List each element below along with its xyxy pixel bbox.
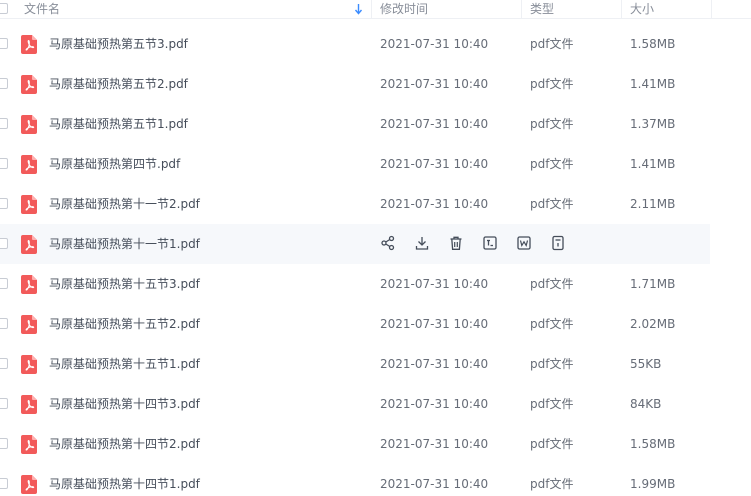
pdf-file-icon <box>21 315 37 334</box>
file-row[interactable]: 马原基础预热第十四节2.pdf 2021-07-31 10:40 pdf文件 1.58… <box>0 424 710 464</box>
pdf-file-icon <box>21 235 37 254</box>
modified-time: 2021-07-31 10:40 <box>380 477 489 491</box>
word-convert-icon[interactable] <box>516 235 532 251</box>
file-name[interactable]: 马原基础预热第十五节1.pdf <box>49 344 200 384</box>
pdf-file-icon <box>21 275 37 294</box>
column-header-time[interactable]: 修改时间 <box>380 0 428 19</box>
file-list-header: 文件名 修改时间 类型 大小 <box>0 0 751 19</box>
file-size: 1.58MB <box>630 437 676 451</box>
modified-time: 2021-07-31 10:40 <box>380 197 489 211</box>
row-checkbox[interactable] <box>0 278 8 289</box>
file-type: pdf文件 <box>530 197 574 211</box>
text-recognition-icon[interactable] <box>482 235 498 251</box>
file-name[interactable]: 马原基础预热第十一节1.pdf <box>49 224 200 264</box>
pdf-file-icon <box>21 115 37 134</box>
file-name[interactable]: 马原基础预热第五节1.pdf <box>49 104 188 144</box>
file-type: pdf文件 <box>530 117 574 131</box>
file-row[interactable]: 马原基础预热第十五节1.pdf 2021-07-31 10:40 pdf文件 55KB <box>0 344 710 384</box>
modified-time: 2021-07-31 10:40 <box>380 357 489 371</box>
modified-time: 2021-07-31 10:40 <box>380 317 489 331</box>
row-checkbox[interactable] <box>0 38 8 49</box>
file-size: 1.41MB <box>630 77 676 91</box>
row-checkbox[interactable] <box>0 118 8 129</box>
row-checkbox[interactable] <box>0 78 8 89</box>
file-type: pdf文件 <box>530 317 574 331</box>
delete-icon[interactable] <box>448 235 464 251</box>
pdf-file-icon <box>21 475 37 494</box>
file-type: pdf文件 <box>530 437 574 451</box>
sort-arrow-icon[interactable] <box>354 3 363 15</box>
modified-time: 2021-07-31 10:40 <box>380 77 489 91</box>
pdf-file-icon <box>21 355 37 374</box>
more-icon[interactable] <box>550 235 566 251</box>
file-name[interactable]: 马原基础预热第五节2.pdf <box>49 64 188 104</box>
file-name[interactable]: 马原基础预热第十一节2.pdf <box>49 184 200 224</box>
file-name[interactable]: 马原基础预热第五节3.pdf <box>49 24 188 64</box>
file-row[interactable]: 马原基础预热第五节2.pdf 2021-07-31 10:40 pdf文件 1.41M… <box>0 64 710 104</box>
modified-time: 2021-07-31 10:40 <box>380 37 489 51</box>
column-divider[interactable] <box>621 0 622 19</box>
file-name[interactable]: 马原基础预热第十四节3.pdf <box>49 384 200 424</box>
file-row[interactable]: 马原基础预热第五节3.pdf 2021-07-31 10:40 pdf文件 1.58M… <box>0 24 710 64</box>
file-type: pdf文件 <box>530 157 574 171</box>
row-checkbox[interactable] <box>0 158 8 169</box>
file-type: pdf文件 <box>530 37 574 51</box>
file-type: pdf文件 <box>530 357 574 371</box>
file-row[interactable]: 马原基础预热第四节.pdf 2021-07-31 10:40 pdf文件 1.41MB <box>0 144 710 184</box>
file-size: 84KB <box>630 397 662 411</box>
file-size: 1.58MB <box>630 37 676 51</box>
file-name[interactable]: 马原基础预热第十五节3.pdf <box>49 264 200 304</box>
modified-time: 2021-07-31 10:40 <box>380 397 489 411</box>
file-row[interactable]: 马原基础预热第十一节2.pdf 2021-07-31 10:40 pdf文件 2.11… <box>0 184 710 224</box>
row-checkbox[interactable] <box>0 398 8 409</box>
file-size: 1.99MB <box>630 477 676 491</box>
row-checkbox[interactable] <box>0 358 8 369</box>
file-row[interactable]: 马原基础预热第十四节1.pdf 2021-07-31 10:40 pdf文件 1.99… <box>0 464 710 496</box>
file-type: pdf文件 <box>530 477 574 491</box>
pdf-file-icon <box>21 195 37 214</box>
modified-time: 2021-07-31 10:40 <box>380 277 489 291</box>
pdf-file-icon <box>21 435 37 454</box>
pdf-file-icon <box>21 395 37 414</box>
file-row[interactable]: 马原基础预热第十五节2.pdf 2021-07-31 10:40 pdf文件 2.02… <box>0 304 710 344</box>
file-type: pdf文件 <box>530 277 574 291</box>
file-size: 2.02MB <box>630 317 676 331</box>
modified-time: 2021-07-31 10:40 <box>380 157 489 171</box>
select-all-checkbox[interactable] <box>0 3 8 14</box>
row-checkbox[interactable] <box>0 438 8 449</box>
file-size: 1.41MB <box>630 157 676 171</box>
file-size: 1.71MB <box>630 277 676 291</box>
modified-time: 2021-07-31 10:40 <box>380 437 489 451</box>
column-divider[interactable] <box>521 0 522 19</box>
file-row[interactable]: 马原基础预热第十四节3.pdf 2021-07-31 10:40 pdf文件 84KB <box>0 384 710 424</box>
share-icon[interactable] <box>380 235 396 251</box>
file-name[interactable]: 马原基础预热第十四节1.pdf <box>49 464 200 496</box>
file-type: pdf文件 <box>530 397 574 411</box>
column-header-type[interactable]: 类型 <box>530 0 554 19</box>
column-divider[interactable] <box>711 0 712 19</box>
row-checkbox[interactable] <box>0 238 8 249</box>
file-row[interactable]: 马原基础预热第五节1.pdf 2021-07-31 10:40 pdf文件 1.37M… <box>0 104 710 144</box>
file-size: 1.37MB <box>630 117 676 131</box>
pdf-file-icon <box>21 75 37 94</box>
pdf-file-icon <box>21 155 37 174</box>
file-type: pdf文件 <box>530 77 574 91</box>
column-divider[interactable] <box>371 0 372 19</box>
row-checkbox[interactable] <box>0 318 8 329</box>
column-header-size[interactable]: 大小 <box>630 0 654 19</box>
row-checkbox[interactable] <box>0 198 8 209</box>
download-icon[interactable] <box>414 235 430 251</box>
file-size: 55KB <box>630 357 662 371</box>
modified-time: 2021-07-31 10:40 <box>380 117 489 131</box>
file-row[interactable]: 马原基础预热第十一节1.pdf <box>0 224 710 264</box>
file-name[interactable]: 马原基础预热第四节.pdf <box>49 144 180 184</box>
file-size: 2.11MB <box>630 197 676 211</box>
column-header-name[interactable]: 文件名 <box>24 0 60 19</box>
file-name[interactable]: 马原基础预热第十四节2.pdf <box>49 424 200 464</box>
row-checkbox[interactable] <box>0 478 8 489</box>
file-row[interactable]: 马原基础预热第十五节3.pdf 2021-07-31 10:40 pdf文件 1.71… <box>0 264 710 304</box>
file-name[interactable]: 马原基础预热第十五节2.pdf <box>49 304 200 344</box>
pdf-file-icon <box>21 35 37 54</box>
